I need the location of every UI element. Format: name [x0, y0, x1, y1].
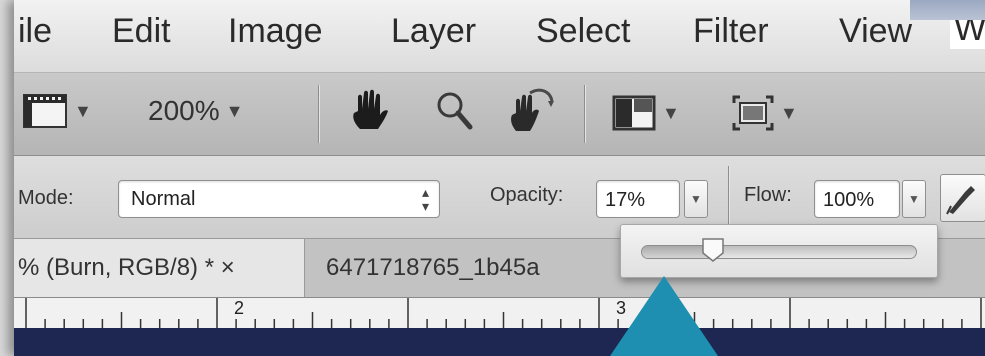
- opacity-slider-thumb[interactable]: [701, 238, 724, 262]
- launch-bridge-button[interactable]: ▼: [22, 91, 92, 131]
- menu-edit[interactable]: Edit: [112, 12, 171, 51]
- flow-slider-toggle[interactable]: ▼: [902, 180, 926, 218]
- document-tab-active[interactable]: % (Burn, RGB/8) * ×: [14, 239, 305, 297]
- document-tab-inactive[interactable]: 6471718765_1b45a: [326, 239, 626, 297]
- hand-tool-button[interactable]: [348, 89, 392, 135]
- menu-bar: ile Edit Image Layer Select Filter View …: [14, 0, 985, 73]
- menu-filter[interactable]: Filter: [693, 12, 769, 51]
- options-divider: [728, 166, 729, 226]
- opacity-label: Opacity:: [490, 184, 564, 206]
- mode-select[interactable]: Normal ▴ ▾: [118, 180, 440, 218]
- toolbar-divider: [318, 85, 319, 143]
- flow-value: 100%: [823, 189, 875, 211]
- opacity-slider-track[interactable]: [641, 238, 917, 262]
- menu-view[interactable]: View: [839, 12, 912, 51]
- chevron-down-icon: ▼: [690, 192, 702, 206]
- horizontal-ruler: 2 3: [14, 298, 985, 329]
- zoom-level-value: 200%: [148, 95, 220, 126]
- mode-value: Normal: [131, 188, 196, 210]
- zoom-icon: [437, 92, 473, 130]
- screen-mode-button[interactable]: ▼: [732, 95, 798, 131]
- airbrush-toggle-button[interactable]: [940, 174, 985, 222]
- window-corner: [910, 0, 985, 20]
- opacity-slider-toggle[interactable]: ▼: [684, 180, 708, 218]
- app-window: ile Edit Image Layer Select Filter View …: [14, 0, 985, 356]
- zoom-tool-button[interactable]: [434, 89, 474, 133]
- opacity-slider-popup: [620, 224, 938, 278]
- arrange-documents-button[interactable]: ▼: [612, 95, 680, 131]
- chevron-down-icon: ▼: [662, 102, 680, 123]
- chevron-down-icon: ▼: [780, 102, 798, 123]
- flow-label: Flow:: [744, 184, 792, 206]
- hand-icon: [353, 89, 388, 129]
- document-tab-title: % (Burn, RGB/8) * ×: [18, 254, 235, 281]
- callout-arrow: [610, 276, 718, 356]
- select-arrows-icon: ▴ ▾: [421, 184, 429, 214]
- menu-select[interactable]: Select: [536, 12, 631, 51]
- mode-label: Mode:: [18, 187, 74, 209]
- opacity-value: 17%: [605, 189, 646, 211]
- ruler-label: 2: [234, 298, 245, 318]
- menu-file[interactable]: ile: [18, 12, 52, 51]
- rotate-view-button[interactable]: [506, 85, 556, 137]
- document-icon: [23, 94, 67, 128]
- flow-input[interactable]: 100%: [814, 180, 900, 218]
- document-tab-title: 6471718765_1b45a: [326, 254, 540, 281]
- application-bar: ▼ 200% ▼ ▼ ▼: [14, 73, 985, 156]
- document-canvas[interactable]: [14, 328, 985, 356]
- chevron-down-icon: ▼: [908, 192, 920, 206]
- toolbar-divider: [584, 85, 585, 143]
- airbrush-icon: [946, 186, 975, 215]
- arrange-documents-icon: [612, 95, 656, 131]
- opacity-input[interactable]: 17%: [596, 180, 680, 218]
- chevron-down-icon: ▼: [74, 100, 92, 121]
- menu-image[interactable]: Image: [228, 12, 323, 51]
- screen-mode-icon: [732, 95, 774, 131]
- rotate-view-icon: [511, 88, 554, 131]
- ruler-ticks: [25, 298, 982, 328]
- zoom-level-dropdown[interactable]: 200% ▼: [148, 95, 243, 127]
- chevron-down-icon: ▼: [225, 100, 244, 121]
- menu-layer[interactable]: Layer: [391, 12, 476, 51]
